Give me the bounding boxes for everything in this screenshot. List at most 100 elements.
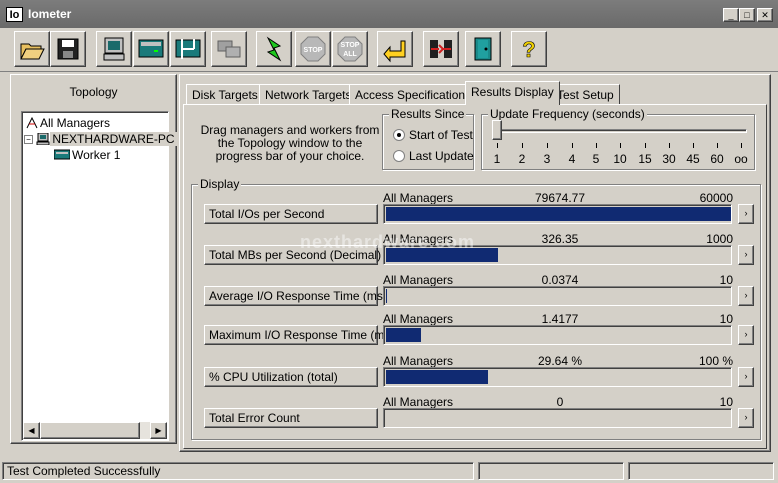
exit-icon: [430, 40, 452, 58]
duplicate-worker-icon: [175, 39, 201, 59]
scroll-right-icon[interactable]: ▶: [150, 422, 167, 439]
drag-help-text: Drag managers and workers from the Topol…: [200, 123, 380, 163]
status-bar: Test Completed Successfully: [0, 460, 778, 483]
display-title: Display: [198, 177, 242, 191]
exit-button[interactable]: [423, 31, 459, 67]
save-button[interactable]: [50, 31, 86, 67]
metric-progress-bar[interactable]: [383, 286, 732, 306]
metric-value: 79674.77: [534, 191, 586, 205]
help-label: ?: [522, 37, 535, 62]
metric-max: 10: [719, 312, 733, 326]
disconnect-icon: [217, 40, 241, 58]
metric-progress-fill: [386, 328, 421, 342]
frequency-tick: [717, 143, 718, 148]
metric-progress-bar[interactable]: [383, 325, 732, 345]
update-frequency-title: Update Frequency (seconds): [488, 107, 647, 121]
tree-item-all-managers[interactable]: All Managers: [26, 116, 112, 130]
stop-all-label: STOP: [341, 42, 360, 49]
status-panel-3: [628, 462, 774, 480]
metric-more-button[interactable]: ›: [738, 245, 754, 265]
results-since-group: Results Since Start of Test Last Update: [382, 107, 474, 170]
metric-max: 60000: [699, 191, 733, 205]
frequency-tick: [693, 143, 694, 148]
metric-select-button[interactable]: Average I/O Response Time (ms): [204, 286, 387, 306]
new-network-worker-icon: [138, 39, 164, 58]
radio-start-of-test[interactable]: [393, 129, 405, 141]
maximize-button[interactable]: □: [739, 8, 755, 22]
new-disk-worker-button[interactable]: [96, 31, 132, 67]
frequency-tick: [596, 143, 597, 148]
results-since-title: Results Since: [389, 107, 467, 121]
tab-disk-targets[interactable]: Disk Targets: [186, 84, 264, 104]
metric-select-button[interactable]: Total Error Count: [204, 408, 378, 428]
update-frequency-slider[interactable]: [492, 120, 502, 140]
stop-label: STOP: [304, 47, 323, 54]
reset-icon: [383, 40, 406, 63]
quit-icon: [474, 37, 492, 61]
topology-tree[interactable]: All Managers − NEXTHARDWARE-PC Worker 1 …: [21, 111, 177, 441]
scroll-left-icon[interactable]: ◀: [23, 422, 40, 439]
metric-progress-bar[interactable]: [383, 367, 732, 387]
metric-more-button[interactable]: ›: [738, 204, 754, 224]
frequency-tick: [497, 143, 498, 148]
stop-all-button[interactable]: STOP ALL: [332, 31, 368, 67]
duplicate-worker-button[interactable]: [170, 31, 206, 67]
about-button[interactable]: ?: [511, 31, 547, 67]
metric-max: 10: [719, 395, 733, 409]
title-bar[interactable]: Io Iometer _ □ ✕: [0, 0, 778, 28]
tree-item-worker[interactable]: Worker 1: [53, 148, 122, 162]
metric-source: All Managers: [383, 395, 454, 409]
metric-value: 1.4177: [541, 312, 579, 326]
status-text: Test Completed Successfully: [2, 462, 474, 480]
metric-progress-bar[interactable]: [383, 204, 732, 224]
stop-all-icon: STOP ALL: [337, 36, 363, 62]
metric-more-button[interactable]: ›: [738, 325, 754, 345]
radio-last-update-label: Last Update: [409, 149, 474, 163]
reset-button[interactable]: [377, 31, 413, 67]
metric-max: 10: [719, 273, 733, 287]
save-icon: [57, 38, 79, 60]
metric-select-button[interactable]: % CPU Utilization (total): [204, 367, 378, 387]
start-button[interactable]: [256, 31, 292, 67]
metric-more-button[interactable]: ›: [738, 286, 754, 306]
window-title: Iometer: [28, 7, 72, 21]
metric-select-button[interactable]: Maximum I/O Response Time (ms): [204, 325, 394, 345]
metric-progress-fill: [386, 289, 387, 303]
all-managers-icon: [26, 116, 38, 129]
metric-more-button[interactable]: ›: [738, 408, 754, 428]
metric-source: All Managers: [383, 273, 454, 287]
disk-worker-icon: [53, 149, 71, 160]
tab-test-setup[interactable]: Test Setup: [551, 84, 620, 104]
stop-button[interactable]: STOP: [295, 31, 331, 67]
metric-value: 326.35: [541, 232, 579, 246]
scroll-thumb[interactable]: [40, 422, 140, 439]
collapse-icon: −: [24, 135, 33, 144]
start-icon: [266, 36, 282, 62]
radio-last-update[interactable]: [393, 150, 405, 162]
frequency-tick: [522, 143, 523, 148]
tab-network-targets[interactable]: Network Targets: [259, 84, 358, 104]
watermark: nexthardware.com: [300, 232, 476, 252]
frequency-tick-label: 3: [543, 152, 551, 166]
metric-value: 0.0374: [541, 273, 579, 287]
metric-select-button[interactable]: Total I/Os per Second: [204, 204, 378, 224]
tab-results-display[interactable]: Results Display: [465, 81, 560, 105]
tree-item-manager[interactable]: − NEXTHARDWARE-PC: [24, 132, 177, 146]
minimize-button[interactable]: _: [723, 8, 739, 22]
open-button[interactable]: [14, 31, 50, 67]
disconnect-button[interactable]: [211, 31, 247, 67]
toolbar: STOP STOP ALL ?: [0, 28, 778, 72]
quit-button[interactable]: [465, 31, 501, 67]
new-network-worker-button[interactable]: [133, 31, 169, 67]
frequency-tick: [669, 143, 670, 148]
tree-label: Worker 1: [72, 148, 121, 162]
frequency-tick: [547, 143, 548, 148]
metric-progress-bar[interactable]: [383, 408, 732, 428]
close-button[interactable]: ✕: [757, 8, 773, 22]
update-frequency-track[interactable]: [497, 129, 747, 133]
horizontal-scrollbar[interactable]: ◀ ▶: [23, 422, 167, 439]
metric-value: 29.64 %: [537, 354, 583, 368]
tab-access-specifications[interactable]: Access Specifications: [349, 84, 478, 104]
metric-more-button[interactable]: ›: [738, 367, 754, 387]
tree-label: NEXTHARDWARE-PC: [50, 132, 177, 146]
